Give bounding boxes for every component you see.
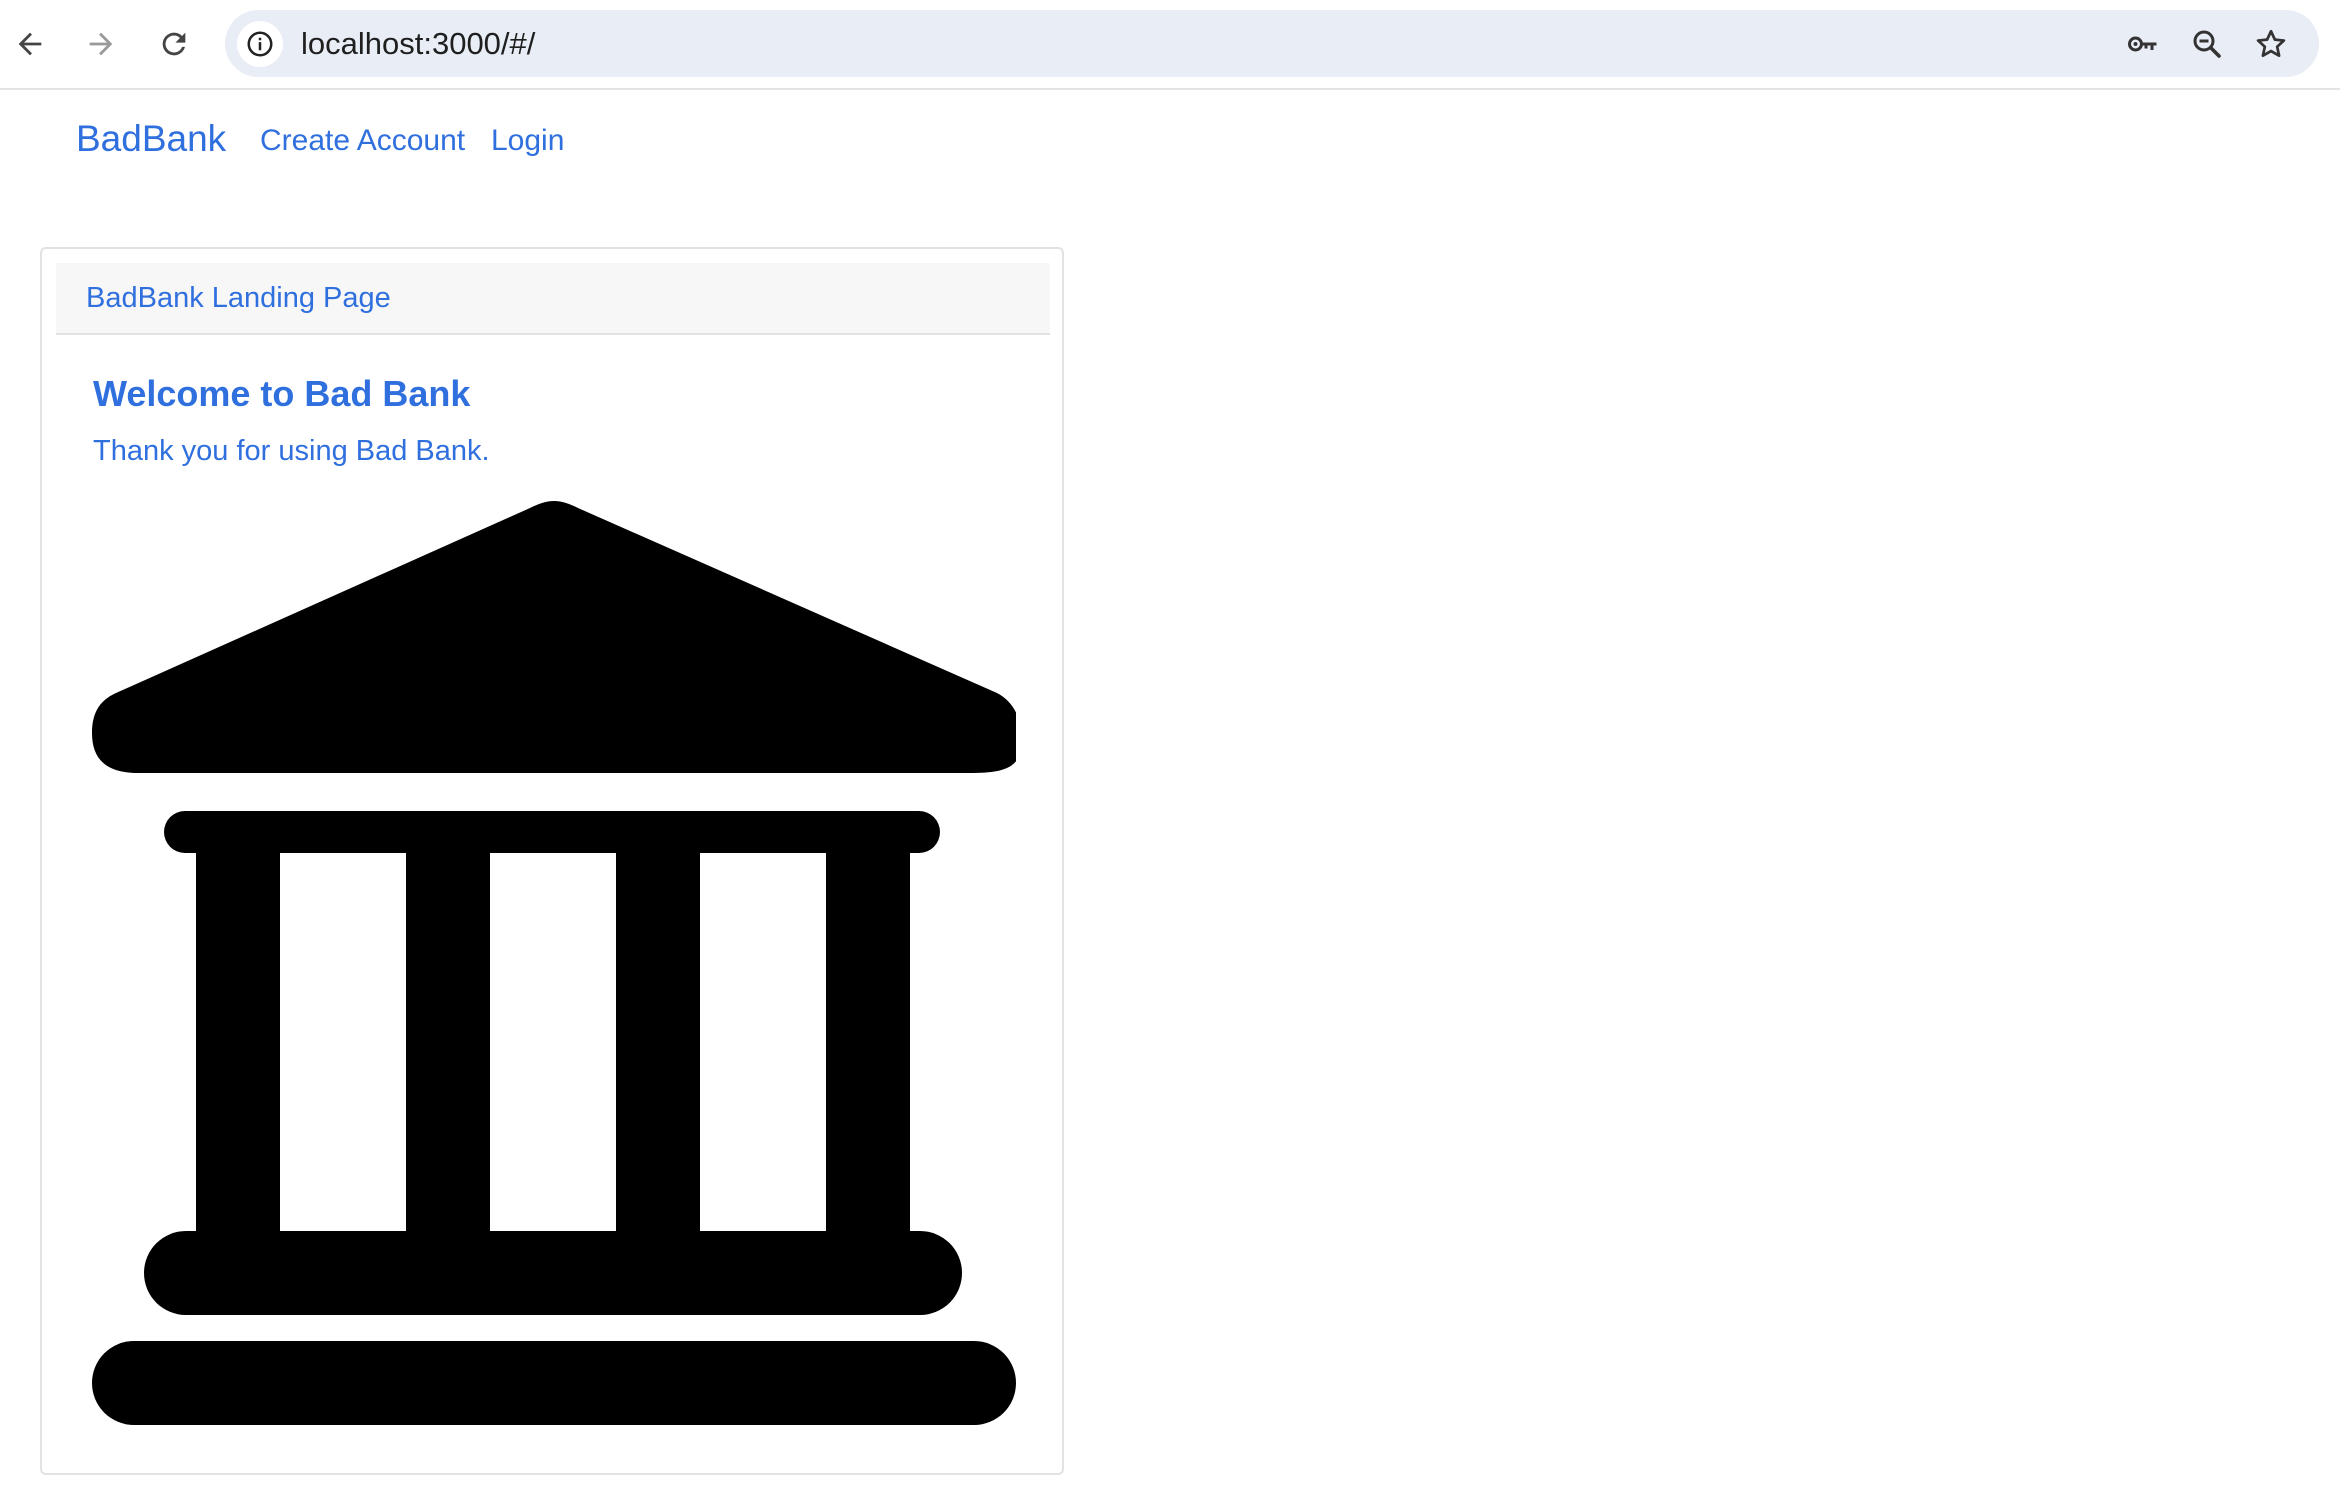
forward-button[interactable] bbox=[79, 22, 123, 66]
landing-card: BadBank Landing Page Welcome to Bad Bank… bbox=[40, 247, 1064, 1475]
key-icon bbox=[2128, 36, 2157, 52]
back-button[interactable] bbox=[8, 22, 52, 66]
card-text: Thank you for using Bad Bank. bbox=[93, 435, 490, 467]
zoom-out-icon bbox=[2193, 30, 2221, 58]
zoom-button[interactable] bbox=[2187, 24, 2227, 64]
site-info-button[interactable] bbox=[237, 21, 283, 67]
bookmark-button[interactable] bbox=[2251, 24, 2291, 64]
nav-link-login[interactable]: Login bbox=[491, 124, 564, 158]
card-header-text: BadBank Landing Page bbox=[86, 282, 391, 314]
url-text[interactable]: localhost:3000/#/ bbox=[301, 10, 535, 77]
address-bar[interactable]: localhost:3000/#/ bbox=[225, 10, 2319, 77]
bank-icon bbox=[92, 501, 1016, 1425]
star-icon bbox=[2256, 29, 2286, 58]
card-title: Welcome to Bad Bank bbox=[93, 373, 471, 414]
app-navbar: BadBank Create Account Login bbox=[0, 92, 2340, 192]
forward-arrow-icon bbox=[89, 32, 113, 56]
brand-link[interactable]: BadBank bbox=[76, 118, 226, 160]
reload-icon bbox=[162, 32, 186, 56]
reload-button[interactable] bbox=[152, 22, 196, 66]
password-key-button[interactable] bbox=[2123, 24, 2163, 64]
back-arrow-icon bbox=[18, 32, 42, 56]
browser-toolbar: localhost:3000/#/ bbox=[0, 0, 2340, 90]
card-header: BadBank Landing Page bbox=[56, 263, 1050, 335]
info-icon bbox=[247, 31, 273, 57]
nav-link-create-account[interactable]: Create Account bbox=[260, 124, 465, 158]
